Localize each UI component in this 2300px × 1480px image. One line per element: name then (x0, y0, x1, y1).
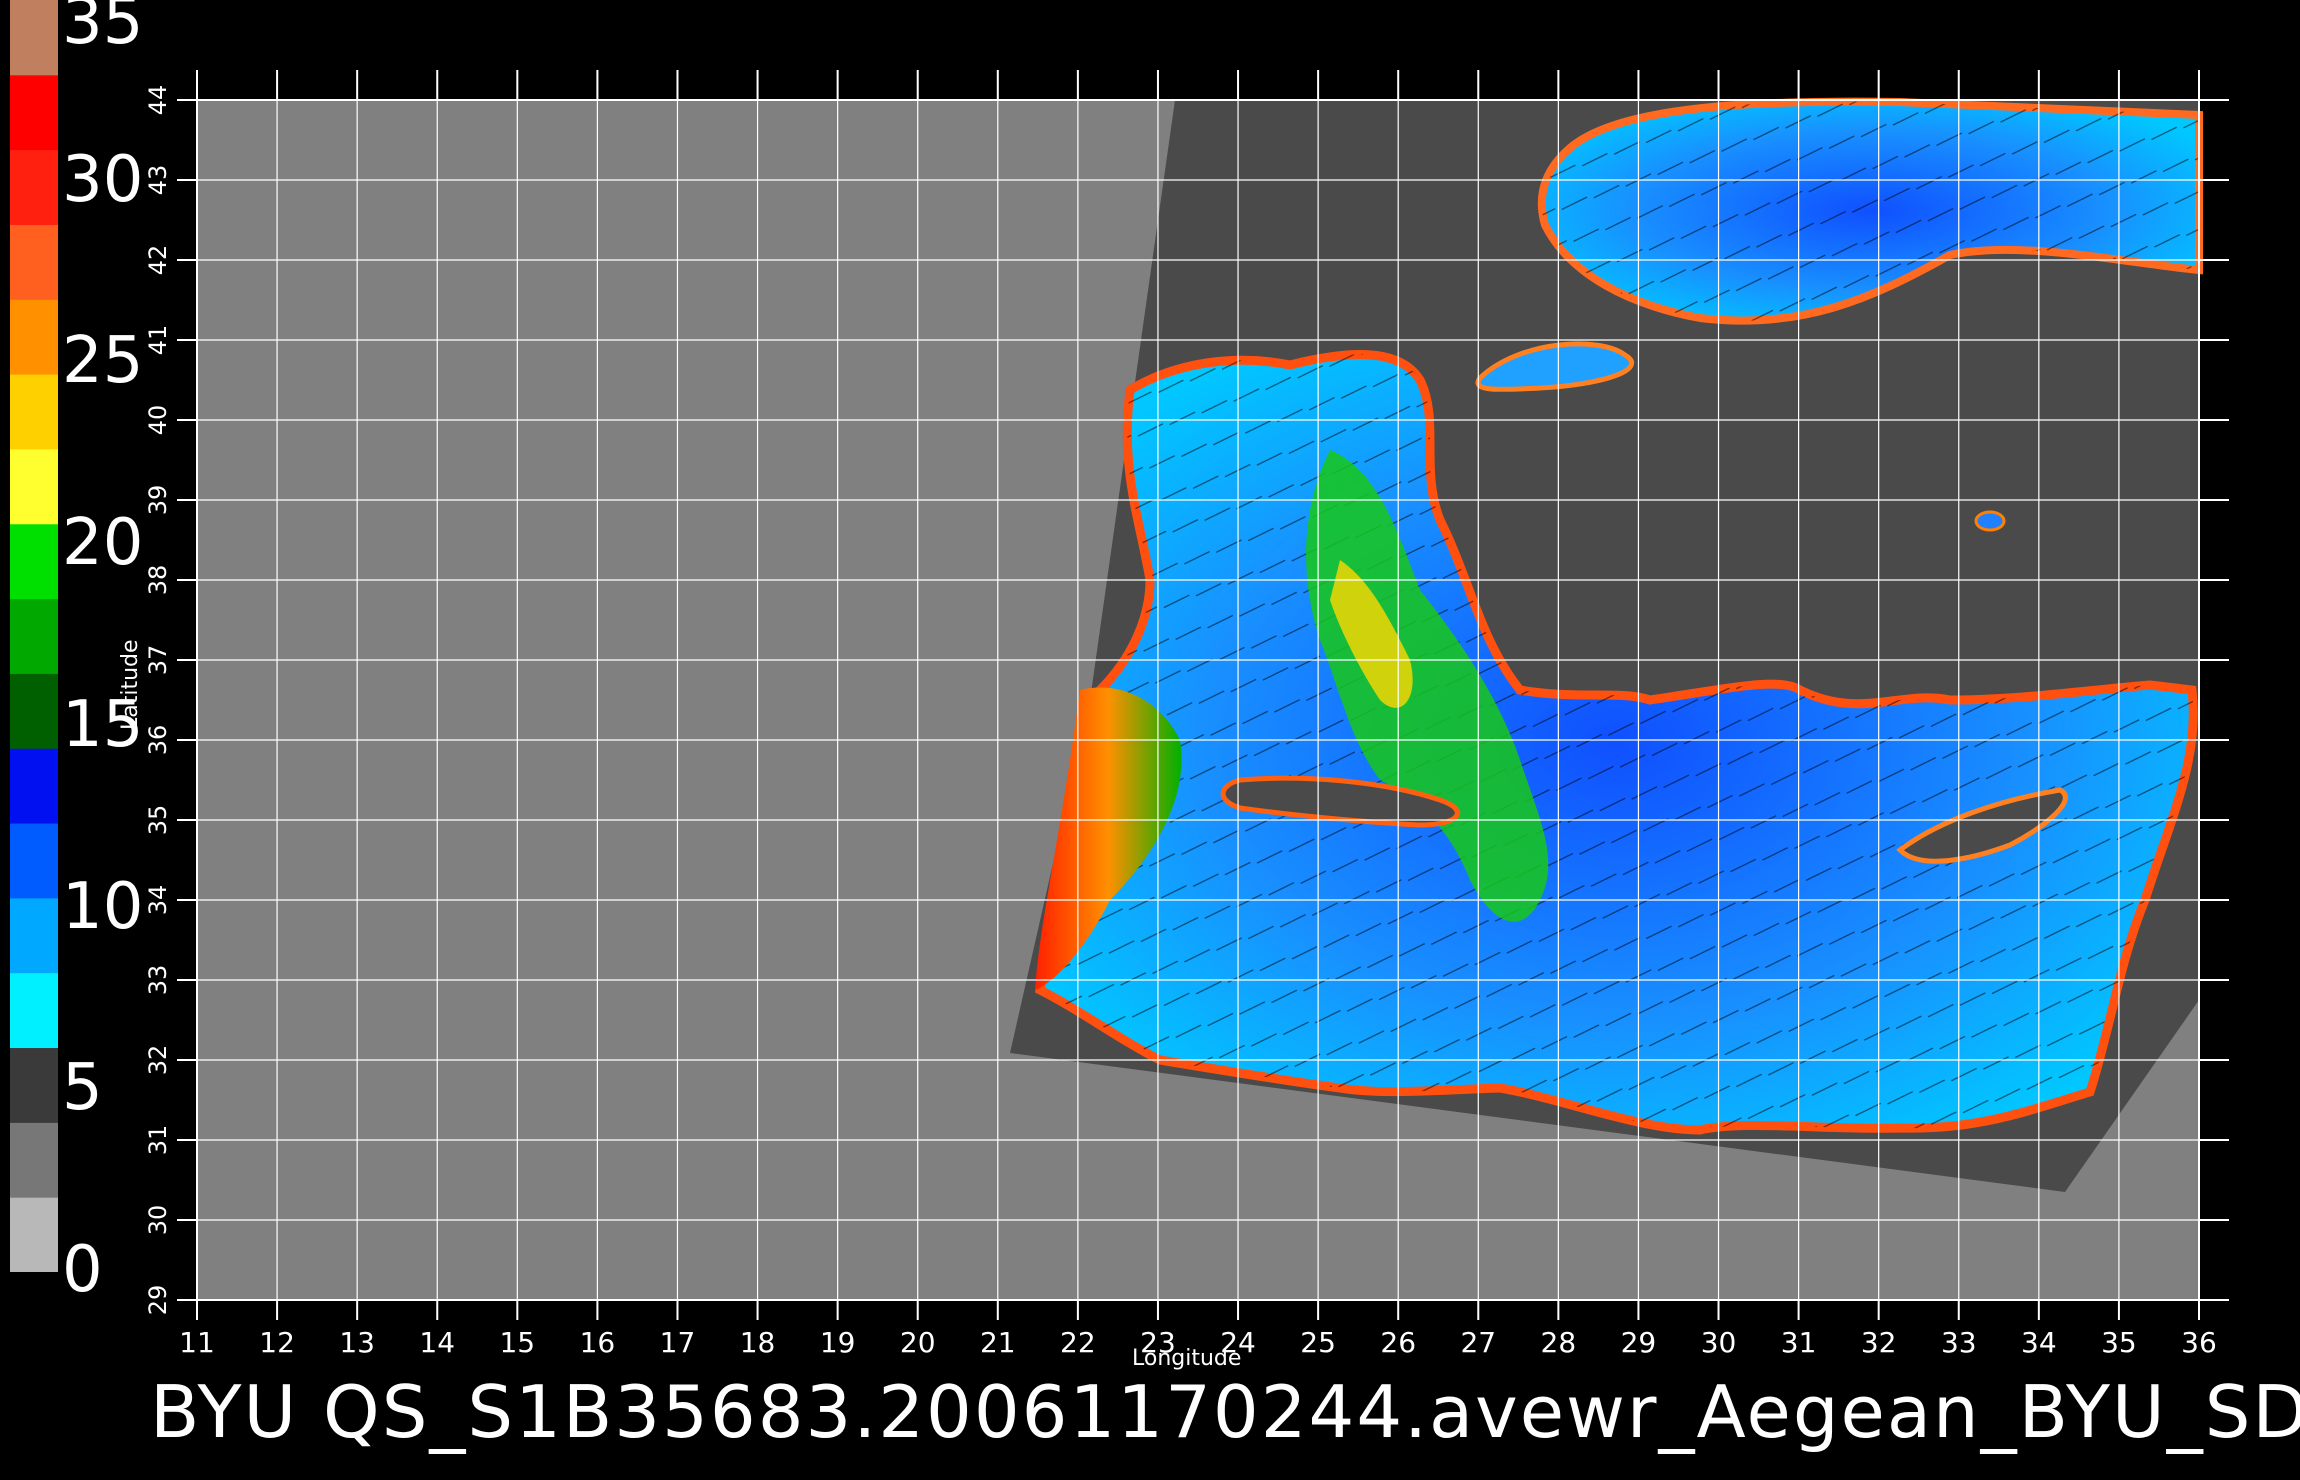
longitude-tick-label: 26 (1380, 1326, 1416, 1359)
longitude-tick-label: 14 (419, 1326, 455, 1359)
colorbar-tick-label: 30 (62, 142, 144, 217)
colorbar-segment (10, 0, 58, 76)
latitude-tick-label: 36 (144, 725, 172, 756)
longitude-tick-label: 19 (820, 1326, 856, 1359)
latitude-tick-label: 33 (144, 965, 172, 996)
longitude-tick-label: 22 (1060, 1326, 1096, 1359)
longitude-tick-label: 21 (980, 1326, 1016, 1359)
colorbar-tick-label: 10 (62, 869, 144, 944)
longitude-tick-label: 18 (740, 1326, 776, 1359)
longitude-tick-label: 25 (1300, 1326, 1336, 1359)
latitude-tick-label: 30 (144, 1205, 172, 1236)
longitude-tick-label: 13 (339, 1326, 375, 1359)
colorbar-segment (10, 74, 58, 151)
colorbar-segment (10, 748, 58, 824)
longitude-tick-label: 30 (1701, 1326, 1737, 1359)
longitude-tick-label: 15 (499, 1326, 535, 1359)
longitude-tick-label: 27 (1460, 1326, 1496, 1359)
colorbar-segment (10, 374, 58, 450)
latitude-tick-label: 37 (144, 645, 172, 676)
latitude-tick-label: 38 (144, 565, 172, 596)
colorbar-tick-label: 0 (62, 1233, 103, 1307)
longitude-tick-label: 33 (1941, 1326, 1977, 1359)
longitude-tick-label: 28 (1541, 1326, 1577, 1359)
colorbar-tick-label: 20 (62, 506, 144, 581)
longitude-tick-label: 20 (900, 1326, 936, 1359)
wind-speed-colorbar (10, 0, 58, 1272)
colorbar-segment (10, 1122, 58, 1198)
longitude-tick-label: 29 (1621, 1326, 1657, 1359)
colorbar-segment (10, 972, 58, 1049)
latitude-tick-label: 32 (144, 1045, 172, 1076)
latitude-tick-label: 43 (144, 165, 172, 196)
colorbar-tick-label: 35 (62, 0, 144, 59)
y-axis-title: Latitude (118, 639, 143, 730)
lake-feature (1974, 510, 2006, 532)
latitude-tick-label: 34 (144, 885, 172, 916)
longitude-tick-label: 11 (179, 1326, 215, 1359)
colorbar-segment (10, 897, 58, 974)
latitude-tick-label: 44 (144, 85, 172, 116)
x-axis-title: Longitude (1132, 1346, 1242, 1371)
latitude-tick-label: 29 (144, 1285, 172, 1316)
longitude-tick-label: 35 (2101, 1326, 2137, 1359)
longitude-tick-label: 32 (1861, 1326, 1897, 1359)
longitude-tick-label: 31 (1781, 1326, 1817, 1359)
colorbar-segment (10, 448, 58, 525)
colorbar-segment (10, 523, 58, 600)
longitude-tick-label: 16 (580, 1326, 616, 1359)
longitude-tick-label: 12 (259, 1326, 295, 1359)
wind-speed-map: 11 12 13 14 15 16 17 18 19 20 21 22 23 24 25 26 27 28 29 30… (144, 70, 2229, 1359)
latitude-tick-label: 35 (144, 805, 172, 836)
latitude-tick-label: 40 (144, 405, 172, 436)
colorbar-segment (10, 1197, 58, 1272)
colorbar-tick-label: 5 (62, 1051, 103, 1126)
latitude-tick-label: 42 (144, 245, 172, 276)
longitude-tick-label: 17 (660, 1326, 696, 1359)
latitude-tick-label: 31 (144, 1125, 172, 1156)
colorbar-tick-label: 25 (62, 324, 144, 399)
colorbar-segment (10, 149, 58, 225)
colorbar-segment (10, 299, 58, 375)
product-title: BYU QS_S1B35683.20061170244.avewr_Aegean… (150, 1370, 2300, 1454)
colorbar-segment (10, 673, 58, 749)
longitude-tick-label: 36 (2181, 1326, 2217, 1359)
colorbar-segment (10, 598, 58, 674)
colorbar-segment (10, 224, 58, 300)
colorbar-segment (10, 1047, 58, 1123)
latitude-tick-label: 41 (144, 325, 172, 356)
latitude-tick-label: 39 (144, 485, 172, 516)
longitude-tick-label: 34 (2021, 1326, 2057, 1359)
colorbar-segment (10, 823, 58, 899)
